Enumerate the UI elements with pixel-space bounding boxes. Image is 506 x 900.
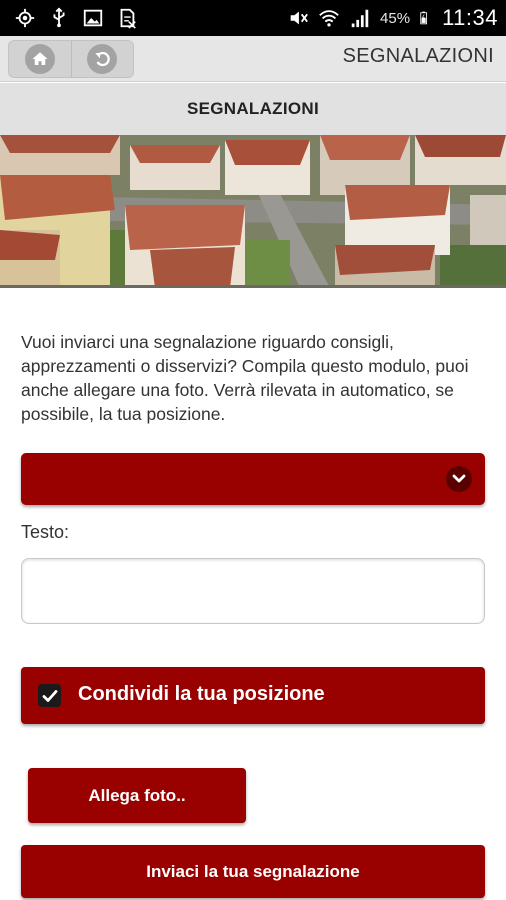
page-title: SEGNALAZIONI	[186, 99, 320, 118]
app-header: SEGNALAZIONI	[0, 36, 506, 82]
submit-button[interactable]: Inviaci la tua segnalazione	[21, 845, 485, 898]
status-bar: 45% 11:34	[0, 0, 506, 36]
back-icon	[87, 44, 118, 74]
text-field[interactable]	[21, 558, 485, 624]
intro-text: Vuoi inviarci una segnalazione riguardo …	[21, 332, 469, 424]
system-icons: 45% 11:34	[287, 4, 498, 32]
signal-icon	[351, 9, 369, 28]
mute-icon	[290, 11, 308, 25]
attach-photo-button[interactable]: Allega foto..	[28, 768, 246, 823]
battery-icon	[420, 11, 428, 25]
share-position-checkbox[interactable]	[38, 684, 61, 707]
check-icon	[42, 689, 57, 702]
wifi-icon	[319, 10, 339, 27]
home-button[interactable]	[9, 41, 71, 77]
text-field-label: Testo:	[21, 522, 70, 542]
usb-icon	[53, 7, 65, 28]
back-button[interactable]	[70, 41, 133, 77]
gps-icon	[15, 8, 35, 28]
sim-off-icon	[120, 8, 136, 29]
home-icon	[24, 44, 55, 74]
battery-percent: 45%	[380, 9, 411, 27]
page-title-bar: SEGNALAZIONI	[0, 83, 506, 135]
notification-icons	[14, 6, 138, 30]
chevron-down-icon	[446, 466, 472, 492]
share-position-label: Condividi la tua posizione	[78, 683, 325, 705]
category-select[interactable]	[21, 453, 485, 505]
banner-image	[0, 135, 506, 288]
submit-label: Inviaci la tua segnalazione	[146, 861, 360, 881]
header-title: SEGNALAZIONI	[342, 45, 494, 67]
share-position-toggle[interactable]: Condividi la tua posizione	[21, 667, 485, 724]
attach-photo-label: Allega foto..	[88, 785, 186, 805]
image-icon	[83, 9, 103, 27]
clock: 11:34	[442, 5, 498, 30]
nav-button-group	[8, 40, 134, 78]
